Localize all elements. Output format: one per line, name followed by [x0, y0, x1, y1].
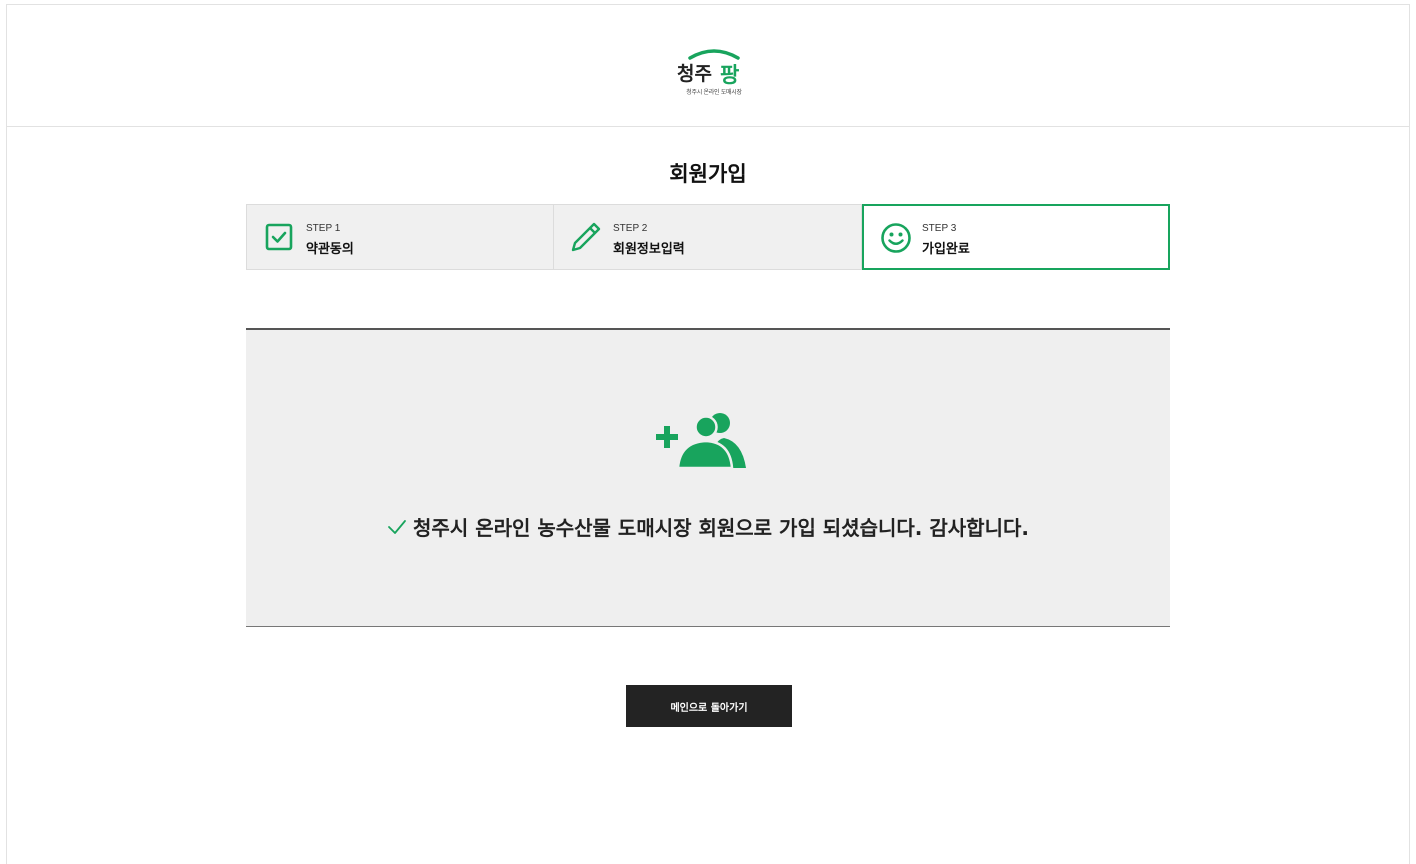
step-1-number: STEP 1	[306, 223, 341, 234]
step-3-number: STEP 3	[922, 223, 957, 234]
step-1: STEP 1 약관동의	[246, 204, 554, 270]
logo-text-cheongju: 청주	[677, 63, 712, 85]
logo-text-pang: 팡	[720, 63, 739, 86]
step-1-label: 약관동의	[306, 242, 354, 257]
step-2-number: STEP 2	[613, 223, 648, 234]
pencil-icon	[568, 219, 604, 259]
step-3-label: 가입완료	[922, 242, 970, 257]
step-2-label: 회원정보입력	[613, 242, 685, 257]
check-icon	[387, 516, 407, 540]
signup-steps: STEP 1 약관동의 STEP 2 회원정보입력 STEP 3 가입완료	[246, 204, 1170, 270]
signup-complete-text: 청주시 온라인 농수산물 도매시장 회원으로 가입 되셨습니다. 감사합니다.	[413, 516, 1029, 540]
smile-icon	[880, 222, 912, 258]
user-add-icon	[654, 412, 746, 472]
checkbox-icon	[265, 223, 293, 255]
step-3: STEP 3 가입완료	[862, 204, 1170, 270]
logo-icon: 청주 팡	[677, 49, 740, 86]
site-logo[interactable]: 청주 팡 청주시 온라인 도매시장	[674, 44, 754, 100]
logo-tagline: 청주시 온라인 도매시장	[686, 89, 742, 96]
signup-complete-panel: 청주시 온라인 농수산물 도매시장 회원으로 가입 되셨습니다. 감사합니다.	[246, 328, 1170, 627]
signup-complete-message: 청주시 온라인 농수산물 도매시장 회원으로 가입 되셨습니다. 감사합니다.	[246, 512, 1170, 542]
back-to-main-button[interactable]: 메인으로 돌아가기	[626, 685, 792, 727]
step-2: STEP 2 회원정보입력	[554, 204, 862, 270]
page-title: 회원가입	[669, 162, 747, 186]
